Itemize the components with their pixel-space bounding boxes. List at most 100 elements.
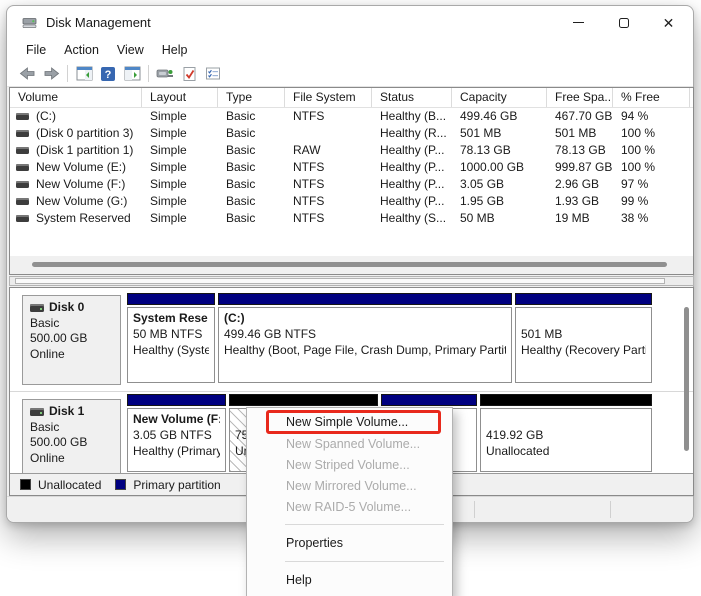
menu-bar: File Action View Help bbox=[17, 39, 693, 61]
table-cell: 50 MB bbox=[452, 210, 547, 227]
disk-1-label[interactable]: Disk 1 Basic 500.00 GB Online bbox=[22, 399, 121, 474]
table-cell: 999.87 GB bbox=[547, 159, 613, 176]
menu-item-label: Help bbox=[286, 573, 312, 587]
disk-status: Online bbox=[30, 451, 113, 467]
menu-action[interactable]: Action bbox=[55, 41, 108, 59]
table-cell: 100 % bbox=[613, 125, 690, 142]
menu-item-properties[interactable]: Properties bbox=[247, 531, 452, 555]
horizontal-scrollbar[interactable] bbox=[9, 276, 694, 286]
table-row[interactable]: (C:)SimpleBasicNTFSHealthy (B...499.46 G… bbox=[10, 108, 693, 125]
partition-primary[interactable]: (C:)499.46 GB NTFSHealthy (Boot, Page Fi… bbox=[218, 293, 512, 383]
menu-item-help[interactable]: Help bbox=[247, 568, 452, 592]
disk-0-label[interactable]: Disk 0 Basic 500.00 GB Online bbox=[22, 295, 121, 385]
table-cell: (Disk 0 partition 3) bbox=[10, 125, 142, 142]
partition-text-line: System Rese bbox=[133, 310, 209, 326]
back-icon[interactable] bbox=[15, 63, 39, 84]
partition-primary[interactable]: 501 MBHealthy (Recovery Partit bbox=[515, 293, 652, 383]
pane-splitter[interactable] bbox=[10, 256, 693, 274]
table-cell: NTFS bbox=[285, 193, 372, 210]
table-cell: Basic bbox=[218, 176, 285, 193]
disk-name: Disk 0 bbox=[49, 300, 84, 316]
table-cell: Healthy (B... bbox=[372, 108, 452, 125]
column-header-volume[interactable]: Volume bbox=[10, 88, 142, 107]
table-row[interactable]: (Disk 0 partition 3)SimpleBasicHealthy (… bbox=[10, 125, 693, 142]
partition-color-bar bbox=[381, 394, 477, 406]
status-bar-divider bbox=[474, 501, 475, 518]
table-cell: Simple bbox=[142, 193, 218, 210]
column-header-capacity[interactable]: Capacity bbox=[452, 88, 547, 107]
vertical-scrollbar[interactable] bbox=[682, 293, 691, 473]
column-header-free-space[interactable]: Free Spa... bbox=[547, 88, 613, 107]
menu-item-label: Properties bbox=[286, 536, 343, 550]
disk-status: Online bbox=[30, 347, 113, 363]
forward-icon[interactable] bbox=[39, 63, 63, 84]
column-header-file-system[interactable]: File System bbox=[285, 88, 372, 107]
export-icon[interactable] bbox=[153, 63, 177, 84]
volume-list-pane: Volume Layout Type File System Status Ca… bbox=[9, 87, 694, 275]
primary-partition-color-swatch bbox=[115, 479, 126, 490]
menu-help[interactable]: Help bbox=[153, 41, 197, 59]
partition-primary[interactable]: New Volume (F:3.05 GB NTFSHealthy (Prima… bbox=[127, 394, 226, 472]
context-menu: New Simple Volume... New Spanned Volume..… bbox=[246, 407, 453, 596]
table-cell: 78.13 GB bbox=[452, 142, 547, 159]
partition-text-line: Healthy (Boot, Page File, Crash Dump, Pr… bbox=[224, 342, 506, 358]
partition-text-line: 50 MB NTFS bbox=[133, 326, 209, 342]
table-row[interactable]: System ReservedSimpleBasicNTFSHealthy (S… bbox=[10, 210, 693, 227]
table-row[interactable]: (Disk 1 partition 1)SimpleBasicRAWHealth… bbox=[10, 142, 693, 159]
partition-info-box: 501 MBHealthy (Recovery Partit bbox=[515, 307, 652, 383]
table-cell: 501 MB bbox=[452, 125, 547, 142]
volume-icon bbox=[16, 181, 29, 188]
table-cell: Healthy (S... bbox=[372, 210, 452, 227]
menu-item-new-striped-volume: New Striped Volume... bbox=[247, 455, 452, 476]
splitter-handle[interactable] bbox=[32, 262, 667, 267]
disk-row-divider bbox=[10, 391, 693, 392]
disk-size: 500.00 GB bbox=[30, 331, 113, 347]
properties-list-icon[interactable] bbox=[201, 63, 225, 84]
disk-management-app-icon bbox=[22, 15, 38, 31]
table-cell: NTFS bbox=[285, 176, 372, 193]
help-icon[interactable]: ? bbox=[96, 63, 120, 84]
toolbar-separator bbox=[67, 65, 68, 82]
show-console-tree-icon[interactable] bbox=[72, 63, 96, 84]
menu-item-new-simple-volume[interactable]: New Simple Volume... bbox=[247, 410, 452, 434]
vertical-scrollbar-thumb[interactable] bbox=[684, 307, 689, 451]
table-cell: NTFS bbox=[285, 210, 372, 227]
column-header-status[interactable]: Status bbox=[372, 88, 452, 107]
table-cell: 501 MB bbox=[547, 125, 613, 142]
table-row[interactable]: New Volume (G:)SimpleBasicNTFSHealthy (P… bbox=[10, 193, 693, 210]
table-cell: 1.95 GB bbox=[452, 193, 547, 210]
table-row[interactable]: New Volume (F:)SimpleBasicNTFSHealthy (P… bbox=[10, 176, 693, 193]
table-cell: Healthy (P... bbox=[372, 193, 452, 210]
table-row[interactable]: New Volume (E:)SimpleBasicNTFSHealthy (P… bbox=[10, 159, 693, 176]
column-header-layout[interactable]: Layout bbox=[142, 88, 218, 107]
validate-check-icon[interactable] bbox=[177, 63, 201, 84]
show-action-pane-icon[interactable] bbox=[120, 63, 144, 84]
close-button[interactable]: ✕ bbox=[646, 6, 691, 39]
minimize-button[interactable] bbox=[556, 6, 601, 39]
menu-view[interactable]: View bbox=[108, 41, 153, 59]
menu-item-new-spanned-volume: New Spanned Volume... bbox=[247, 434, 452, 455]
table-cell: New Volume (E:) bbox=[10, 159, 142, 176]
table-cell: Simple bbox=[142, 125, 218, 142]
table-cell: 499.46 GB bbox=[452, 108, 547, 125]
partition-text-line: (C:) bbox=[224, 310, 506, 326]
menu-item-label: New Simple Volume... bbox=[286, 415, 408, 429]
table-cell: Basic bbox=[218, 210, 285, 227]
table-cell: NTFS bbox=[285, 159, 372, 176]
svg-text:?: ? bbox=[105, 69, 112, 81]
disk-icon bbox=[30, 304, 44, 312]
close-icon: ✕ bbox=[663, 16, 675, 30]
column-header-percent-free[interactable]: % Free bbox=[613, 88, 690, 107]
partition-color-bar bbox=[229, 394, 378, 406]
partition-unallocated[interactable]: 419.92 GBUnallocated bbox=[480, 394, 652, 472]
table-cell: 1.93 GB bbox=[547, 193, 613, 210]
column-header-type[interactable]: Type bbox=[218, 88, 285, 107]
maximize-button[interactable] bbox=[601, 6, 646, 39]
partition-info-box: New Volume (F:3.05 GB NTFSHealthy (Prima… bbox=[127, 408, 226, 472]
partition-color-bar bbox=[515, 293, 652, 305]
partition-primary[interactable]: System Rese50 MB NTFSHealthy (Syste bbox=[127, 293, 215, 383]
minimize-icon bbox=[573, 22, 584, 23]
menu-file[interactable]: File bbox=[17, 41, 55, 59]
horizontal-scrollbar-thumb[interactable] bbox=[15, 278, 665, 284]
menu-item-label: New Mirrored Volume... bbox=[286, 479, 417, 493]
